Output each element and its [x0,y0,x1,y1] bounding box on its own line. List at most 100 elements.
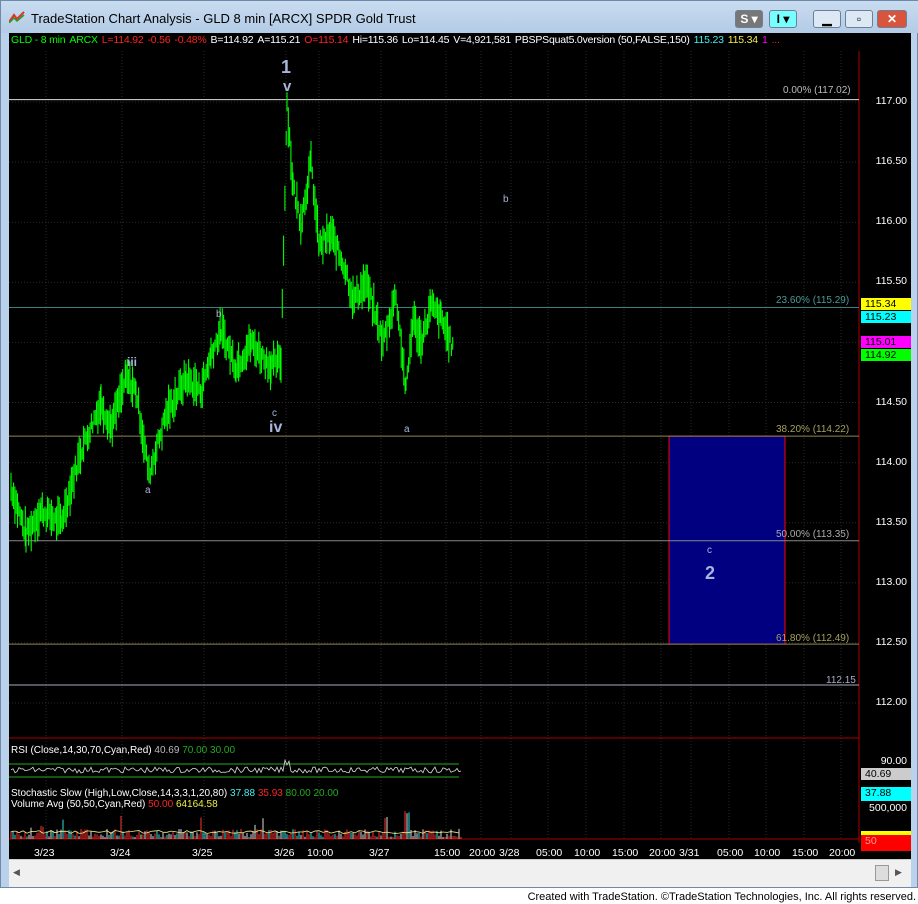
stoch-os: 20.00 [313,788,339,799]
scroll-right-icon[interactable]: ▶ [895,867,902,878]
time-axis-label: 05:00 [717,847,744,859]
volume-axis-500k: 500,000 [869,802,907,814]
tag-yellow: 115.34 [861,298,911,310]
time-axis-label: 15:00 [434,847,461,859]
time-axis-label: 15:00 [612,847,639,859]
wave-c-label: c [272,408,277,419]
price-axis-label: 113.00 [875,575,907,588]
rsi-tag: 40.69 [861,768,911,780]
minimize-button[interactable]: ▁ [813,10,841,28]
tradestation-logo-icon [9,11,25,23]
fib-236-label: 23.60% (115.29) [776,295,850,306]
horizontal-scrollbar[interactable]: ◀ ▶ [9,859,911,887]
time-axis-label: 10:00 [574,847,601,859]
volume-v2: 64164.58 [175,799,218,810]
wave-iv-label: iv [269,419,283,436]
scroll-thumb[interactable] [875,865,889,881]
time-axis-label: 3/25 [192,847,213,859]
rsi-label: RSI (Close,14,30,70,Cyan,Red) 40.69 70.0… [11,745,235,756]
fib-618-label: 61.80% (112.49) [776,633,850,644]
volume-label: Volume Avg (50,50,Cyan,Red) 50.00 64164.… [11,799,218,810]
credit-text: Created with TradeStation. ©TradeStation… [527,891,916,903]
rsi-os: 30.00 [210,745,236,756]
price-axis-label: 116.50 [875,155,907,168]
net-change: -0.56 [147,34,171,46]
low: Lo=114.45 [401,34,450,46]
i-menu-button[interactable]: I ▾ [769,10,797,28]
volume: V=4,921,581 [453,34,511,46]
time-axis-label: 10:00 [307,847,334,859]
stoch-d: 35.93 [257,788,283,799]
s-menu-button[interactable]: S ▾ [735,10,763,28]
title-bar: TradeStation Chart Analysis - GLD 8 min … [1,1,918,33]
wave-2-label: 2 [705,563,716,583]
time-axis-label: 20:00 [829,847,856,859]
chart-window: TradeStation Chart Analysis - GLD 8 min … [0,0,918,888]
wave-c2-label: c [707,545,712,556]
symbol: GLD - 8 min [11,34,66,46]
stoch-k: 37.88 [230,788,256,799]
symbol-info-bar: GLD - 8 min ARCX L=114.92 -0.56 -0.48% B=114.… [11,34,784,46]
price-axis-label: 116.00 [875,215,907,228]
rsi-ob: 70.00 [182,745,208,756]
open: O=115.14 [304,34,349,46]
price-axis-label: 113.50 [875,515,907,528]
scroll-left-icon[interactable]: ◀ [13,867,20,878]
study-value-3: 1 [761,34,768,46]
high: Hi=115.36 [352,34,398,46]
close-button[interactable]: ✕ [877,10,907,28]
price-axis-label: 117.00 [875,95,907,107]
time-axis-label: 3/24 [110,847,131,859]
time-axis-label: 20:00 [469,847,496,859]
i-label: I [776,12,780,26]
wave-iii-label: iii [127,355,138,369]
study-name: PBSPSquat5.0version (50,FALSE,150) [514,34,690,46]
wave-a2-label: a [404,424,410,435]
volume-name: Volume Avg (50,50,Cyan,Red) [11,799,146,810]
time-axis-label: 05:00 [536,847,563,859]
ask: A=115.21 [257,34,301,46]
wave-b2-label: b [503,194,509,205]
wave-b-label: b [216,309,222,320]
tag-magenta: 115.01 [861,336,911,348]
level-112-label: 112.15 [826,675,856,686]
wave-v-label: v [283,78,292,95]
wave-1-label: 1 [281,57,292,77]
tag-cyan: 115.23 [861,311,911,323]
price-axis-label: 112.00 [875,696,907,708]
last-price: L=114.92 [101,34,144,46]
price-axis-label: 114.50 [875,395,907,408]
time-axis-label: 3/26 [274,847,295,859]
price-plot[interactable] [9,33,911,859]
time-axis-label: 10:00 [754,847,781,859]
time-axis-label: 3/23 [34,847,55,859]
rsi-name: RSI (Close,14,30,70,Cyan,Red) [11,745,152,756]
volume-tag: 50 [861,835,911,851]
time-axis-label: 3/31 [679,847,700,859]
fib-382-label: 38.20% (114.22) [776,424,850,435]
price-axis-label: 115.50 [875,275,907,288]
time-axis-label: 15:00 [792,847,819,859]
exchange: ARCX [69,34,98,46]
fib-50-label: 50.00% (113.35) [776,529,850,540]
fib-0-label: 0.00% (117.02) [783,85,851,96]
stoch-name: Stochastic Slow (High,Low,Close,14,3,3,1… [11,788,228,799]
time-axis-label: 3/27 [369,847,390,859]
maximize-button[interactable]: ▫ [845,10,873,28]
chart-area[interactable]: GLD - 8 min ARCX L=114.92 -0.56 -0.48% B=114.… [9,33,911,859]
time-axis-label: 3/28 [499,847,520,859]
price-axis-label: 112.50 [875,635,907,648]
more-values: ... [771,34,780,46]
rsi-value: 40.69 [154,745,180,756]
study-value-1: 115.23 [693,34,724,46]
s-label: S [740,12,749,26]
study-value-2: 115.34 [727,34,758,46]
target-zone-box [668,435,786,645]
rsi-axis-90: 90.00 [880,755,907,767]
wave-a-label: a [145,485,151,496]
stoch-ob: 80.00 [285,788,311,799]
rsi-line [10,758,462,774]
stoch-label: Stochastic Slow (High,Low,Close,14,3,3,1… [11,788,338,799]
bid: B=114.92 [210,34,254,46]
stoch-tag: 37.88 [861,787,911,801]
